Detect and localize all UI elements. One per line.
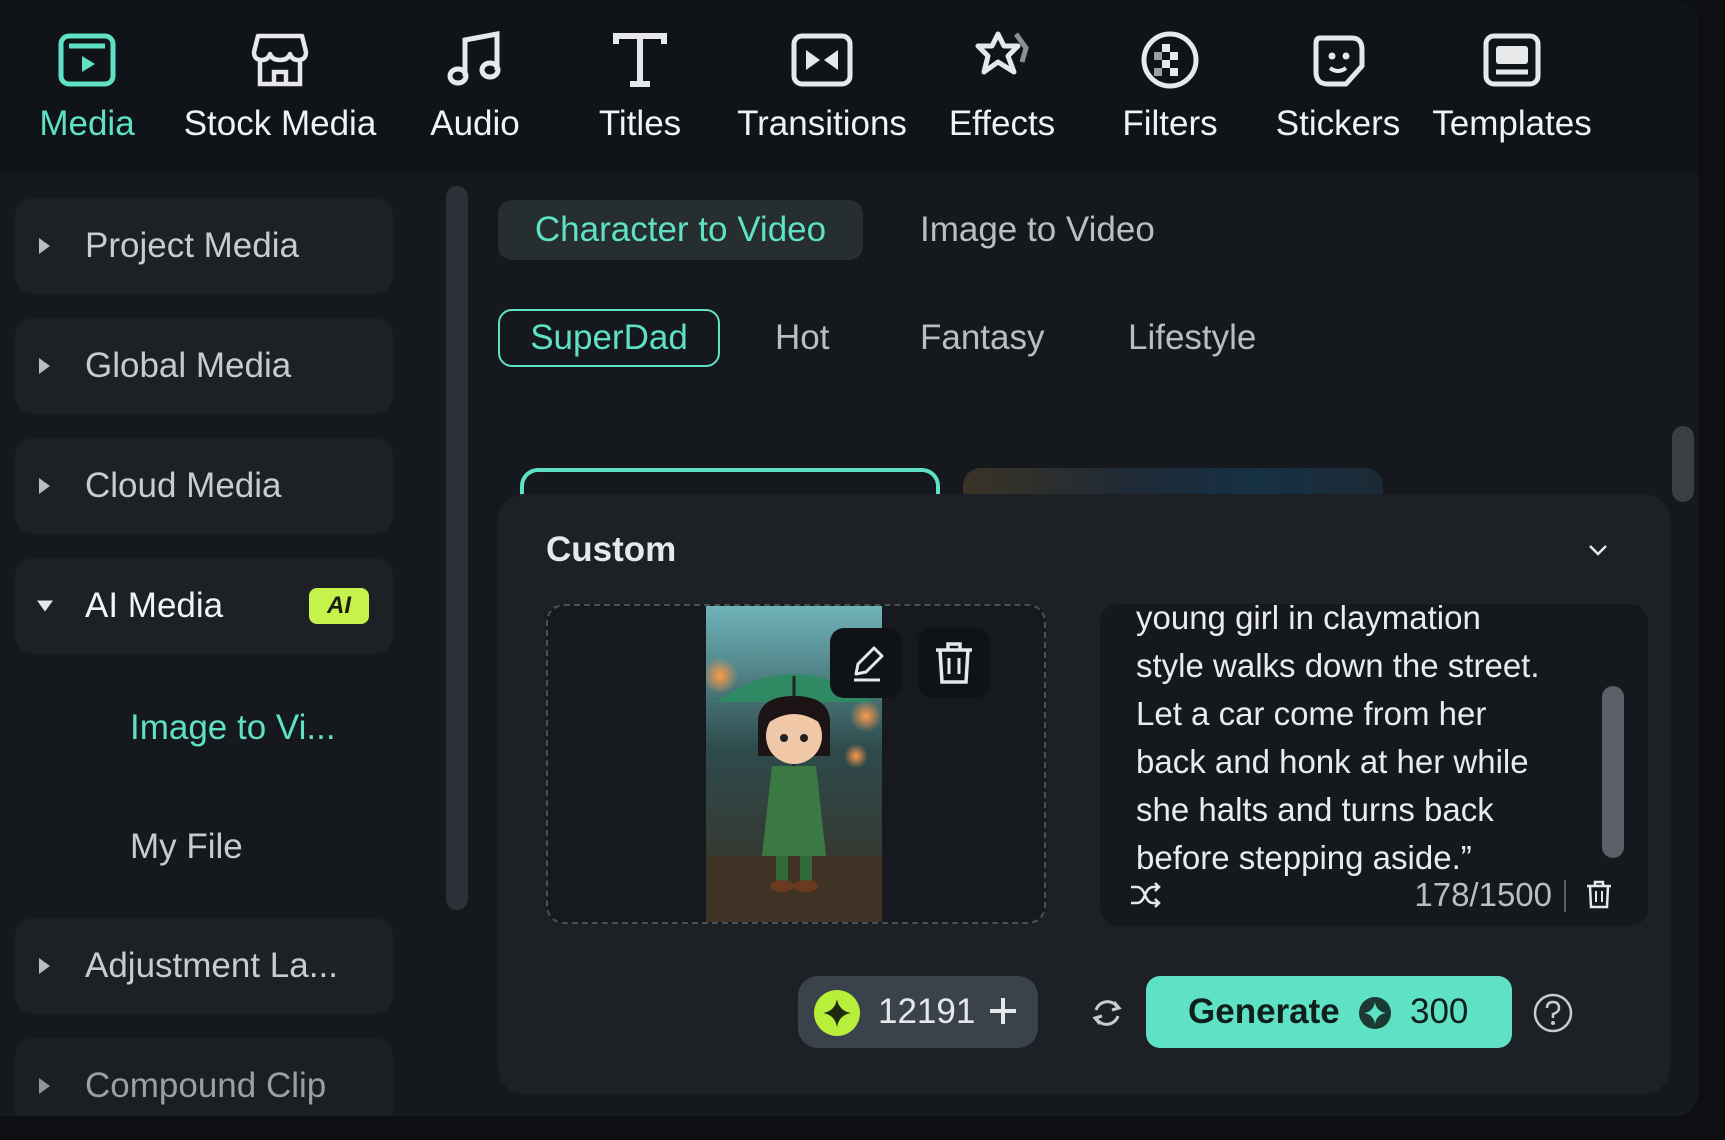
filter-icon bbox=[1141, 31, 1199, 89]
prompt-line: she halts and turns back bbox=[1136, 791, 1494, 828]
toolbar-effects[interactable]: Effects bbox=[946, 22, 1058, 152]
toolbar-label: Media bbox=[39, 104, 135, 143]
plus-icon[interactable] bbox=[986, 994, 1020, 1028]
sidebar-item-compound-clip[interactable]: Compound Clip bbox=[15, 1038, 393, 1116]
credit-coin-icon bbox=[1359, 997, 1391, 1029]
chevron-right-icon bbox=[39, 958, 50, 974]
toolbar-label: Filters bbox=[1122, 104, 1218, 143]
panel-title: Custom bbox=[546, 530, 677, 569]
toolbar-stock-media[interactable]: Stock Media bbox=[180, 22, 380, 152]
toolbar-stickers[interactable]: Stickers bbox=[1276, 22, 1400, 152]
sidebar-item-global-media[interactable]: Global Media bbox=[15, 318, 393, 414]
sidebar-item-label: AI Media bbox=[85, 586, 224, 625]
stock-media-icon bbox=[251, 33, 309, 87]
help-icon[interactable] bbox=[1532, 992, 1574, 1034]
toolbar-label: Titles bbox=[598, 104, 682, 143]
prompt-line: back and honk at her while bbox=[1136, 743, 1529, 780]
category-lifestyle[interactable]: Lifestyle bbox=[1128, 309, 1256, 367]
chevron-right-icon bbox=[39, 1078, 50, 1094]
sidebar-item-label: Global Media bbox=[85, 346, 292, 385]
top-toolbar: Media Stock Media Audio Titles Transitio… bbox=[0, 0, 1698, 172]
main-scrollbar[interactable] bbox=[1672, 426, 1694, 502]
sidebar-item-label: Project Media bbox=[85, 226, 299, 265]
credit-coin-icon bbox=[814, 990, 860, 1036]
toolbar-label: Effects bbox=[948, 104, 1056, 143]
chevron-right-icon bbox=[39, 238, 50, 254]
prompt-textarea[interactable]: young girl in claymation style walks dow… bbox=[1100, 604, 1648, 926]
toolbar-label: Stock Media bbox=[183, 104, 377, 143]
toolbar-templates[interactable]: Templates bbox=[1432, 22, 1592, 152]
sidebar-item-project-media[interactable]: Project Media bbox=[15, 198, 393, 294]
effects-star-icon bbox=[975, 31, 1029, 75]
chevron-right-icon bbox=[39, 478, 50, 494]
toolbar-titles[interactable]: Titles bbox=[590, 22, 690, 152]
sidebar-item-adjustment-layer[interactable]: Adjustment La... bbox=[15, 918, 393, 1014]
generate-cost: 300 bbox=[1410, 992, 1469, 1031]
tab-image-to-video[interactable]: Image to Video bbox=[920, 200, 1155, 260]
credits-balance[interactable]: 12191 bbox=[798, 976, 1038, 1048]
chevron-down-icon bbox=[37, 600, 53, 612]
category-superdad[interactable]: SuperDad bbox=[498, 309, 720, 367]
sidebar: Project Media Global Media Cloud Media A… bbox=[0, 172, 470, 1116]
transition-icon bbox=[791, 33, 853, 87]
sidebar-subitem-image-to-video[interactable]: Image to Vi... bbox=[130, 708, 336, 748]
custom-panel: Custom young girl in claymation style wa… bbox=[498, 494, 1670, 1094]
toolbar-audio[interactable]: Audio bbox=[420, 22, 530, 152]
sidebar-item-label: Compound Clip bbox=[85, 1066, 327, 1105]
toolbar-label: Audio bbox=[430, 104, 520, 143]
toolbar-media[interactable]: Media bbox=[24, 22, 150, 152]
chevron-down-icon[interactable] bbox=[1586, 538, 1610, 562]
image-upload-area[interactable] bbox=[546, 604, 1046, 924]
main-content: Character to Video Image to Video SuperD… bbox=[470, 172, 1698, 1116]
sidebar-item-cloud-media[interactable]: Cloud Media bbox=[15, 438, 393, 534]
prompt-text: young girl in claymation style walks dow… bbox=[1136, 604, 1576, 882]
refresh-icon[interactable] bbox=[1088, 994, 1126, 1032]
prompt-line: young girl in claymation bbox=[1136, 604, 1481, 636]
toolbar-label: Templates bbox=[1432, 104, 1592, 143]
app-window: Media Stock Media Audio Titles Transitio… bbox=[0, 0, 1698, 1116]
toolbar-label: Transitions bbox=[737, 104, 907, 143]
sticker-icon bbox=[1313, 35, 1365, 87]
prompt-line: before stepping aside.” bbox=[1136, 839, 1472, 876]
template-icon bbox=[1483, 33, 1541, 87]
music-note-icon bbox=[447, 30, 501, 86]
toolbar-transitions[interactable]: Transitions bbox=[736, 22, 908, 152]
trash-icon[interactable] bbox=[1582, 877, 1616, 911]
edit-image-button[interactable] bbox=[830, 628, 902, 698]
divider bbox=[1564, 880, 1566, 912]
sidebar-item-ai-media[interactable]: AI Media AI bbox=[15, 558, 393, 654]
credits-value: 12191 bbox=[878, 992, 976, 1031]
media-icon bbox=[58, 33, 116, 87]
text-t-icon bbox=[613, 33, 667, 87]
generate-button[interactable]: Generate 300 bbox=[1146, 976, 1512, 1048]
toolbar-label: Stickers bbox=[1275, 104, 1401, 143]
prompt-line: Let a car come from her bbox=[1136, 695, 1487, 732]
category-fantasy[interactable]: Fantasy bbox=[920, 309, 1045, 367]
prompt-scrollbar[interactable] bbox=[1602, 686, 1624, 858]
prompt-line: style walks down the street. bbox=[1136, 647, 1540, 684]
ai-badge: AI bbox=[309, 588, 369, 624]
pencil-icon bbox=[854, 646, 884, 682]
char-counter: 178/1500 bbox=[1414, 876, 1552, 913]
sidebar-scrollbar[interactable] bbox=[446, 186, 468, 910]
tab-character-to-video[interactable]: Character to Video bbox=[498, 200, 863, 260]
generate-label: Generate bbox=[1188, 992, 1340, 1031]
category-hot[interactable]: Hot bbox=[775, 309, 829, 367]
delete-image-button[interactable] bbox=[918, 628, 990, 698]
sidebar-item-label: Cloud Media bbox=[85, 466, 282, 505]
chevron-right-icon bbox=[39, 358, 50, 374]
sidebar-subitem-my-file[interactable]: My File bbox=[130, 827, 243, 867]
shuffle-icon[interactable] bbox=[1128, 878, 1162, 912]
trash-icon bbox=[936, 642, 972, 684]
sidebar-item-label: Adjustment La... bbox=[85, 946, 338, 985]
toolbar-filters[interactable]: Filters bbox=[1120, 22, 1220, 152]
